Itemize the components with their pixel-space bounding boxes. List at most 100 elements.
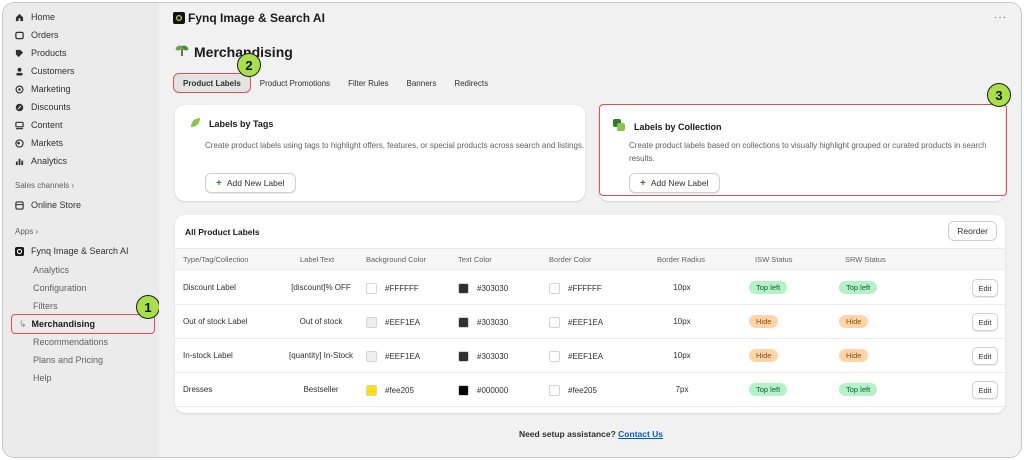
background-color-value: #EEF1EA: [385, 318, 421, 327]
background-color-cell: #EEF1EA: [366, 351, 420, 362]
column-header: Type/Tag/Collection: [183, 255, 249, 264]
sidebar-subitem-analytics[interactable]: Analytics: [33, 262, 69, 278]
border-color-value: #FFFFFF: [568, 284, 602, 293]
edit-button[interactable]: Edit: [972, 381, 998, 399]
isw-status-badge: Hide: [749, 315, 779, 328]
sidebar-item-analytics[interactable]: Analytics: [15, 153, 67, 169]
column-header: SRW Status: [845, 255, 886, 264]
label-text: [discount]% OFF: [291, 283, 351, 292]
sidebar-item-markets[interactable]: Markets: [15, 135, 63, 151]
color-swatch: [458, 283, 469, 294]
border-color-value: #EEF1EA: [568, 352, 604, 361]
table-title: All Product Labels: [185, 227, 260, 237]
label-type: Out of stock Label: [183, 317, 248, 326]
labels-by-tags-heading: Labels by Tags: [189, 117, 273, 131]
isw-status-cell: Hide: [749, 349, 779, 362]
sidebar-subitem-recommendations[interactable]: Recommendations: [33, 334, 108, 350]
color-swatch: [549, 385, 560, 396]
chevron-right-icon: ›: [35, 227, 39, 236]
app-logo-icon: [173, 12, 185, 24]
border-color-cell: #fee205: [549, 385, 597, 396]
isw-status-badge: Top left: [749, 383, 788, 396]
text-color-cell: #000000: [458, 385, 508, 396]
sidebar-item-app[interactable]: Fynq Image & Search AI: [15, 243, 129, 259]
sidebar-item-online-store[interactable]: Online Store: [15, 197, 81, 213]
sidebar-subitem-help[interactable]: Help: [33, 370, 52, 386]
sidebar-subitem-configuration[interactable]: Configuration: [33, 280, 87, 296]
srw-status-cell: Hide: [839, 349, 869, 362]
srw-status-badge: Hide: [839, 315, 869, 328]
sales-channels-heading[interactable]: Sales channels ›: [15, 181, 74, 190]
column-header: Border Color: [549, 255, 592, 264]
sidebar-item-products[interactable]: Products: [15, 45, 67, 61]
border-color-cell: #EEF1EA: [549, 317, 603, 328]
more-actions-icon[interactable]: ···: [994, 12, 1007, 23]
highlight-labels-by-collection: [599, 104, 1007, 196]
edit-button[interactable]: Edit: [972, 313, 998, 331]
background-color-cell: #FFFFFF: [366, 283, 419, 294]
apps-heading[interactable]: Apps ›: [15, 227, 38, 236]
globe-icon: [15, 138, 24, 148]
sidebar-subitem-plans-pricing[interactable]: Plans and Pricing: [33, 352, 103, 368]
text-color-value: #303030: [477, 318, 509, 327]
text-color-cell: #303030: [458, 317, 508, 328]
add-label-by-tags-button[interactable]: + Add New Label: [205, 173, 296, 193]
border-radius-value: 10px: [673, 283, 691, 292]
step-marker-2: 2: [237, 53, 261, 77]
page-title: Merchandising: [175, 43, 293, 60]
tab-bar: Product Labels Product Promotions Filter…: [173, 73, 497, 93]
color-swatch: [366, 385, 377, 396]
edit-button[interactable]: Edit: [972, 347, 998, 365]
label-type: In-stock Label: [183, 351, 233, 360]
sidebar-item-marketing[interactable]: Marketing: [15, 81, 71, 97]
labels-by-tags-card: Labels by Tags Create product labels usi…: [175, 105, 585, 201]
tab-redirects[interactable]: Redirects: [445, 73, 497, 93]
border-color-cell: #FFFFFF: [549, 283, 602, 294]
border-radius-value: 7px: [675, 385, 689, 394]
border-color-value: #EEF1EA: [568, 318, 604, 327]
tab-product-promotions[interactable]: Product Promotions: [251, 73, 339, 93]
srw-status-cell: Top left: [839, 281, 878, 294]
srw-status-cell: Top left: [839, 383, 878, 396]
tab-product-labels[interactable]: Product Labels: [173, 73, 251, 93]
home-icon: [15, 13, 24, 22]
edit-button[interactable]: Edit: [972, 279, 998, 297]
tab-banners[interactable]: Banners: [398, 73, 446, 93]
label-text: Bestseller: [303, 385, 339, 394]
column-header: Border Radius: [657, 255, 705, 264]
color-swatch: [366, 317, 377, 328]
srw-status-badge: Hide: [839, 349, 869, 362]
product-labels-table: All Product Labels Reorder Type/Tag/Coll…: [175, 215, 1005, 413]
sidebar-item-home[interactable]: Home: [15, 9, 55, 25]
contact-us-link[interactable]: Contact Us: [618, 429, 663, 439]
sidebar-item-customers[interactable]: Customers: [15, 63, 75, 79]
sidebar-item-orders[interactable]: Orders: [15, 27, 59, 43]
sidebar-item-content[interactable]: Content: [15, 117, 63, 133]
step-marker-1: 1: [136, 295, 160, 319]
app-logo-icon: [15, 246, 24, 256]
sidebar-item-discounts[interactable]: Discounts: [15, 99, 71, 115]
srw-status-cell: Hide: [839, 315, 869, 328]
leaf-icon: [189, 117, 201, 131]
table-row: In-stock Label [quantity] In-Stock #EEF1EA…: [175, 339, 1005, 373]
label-text: Out of stock: [299, 317, 343, 326]
app-header: Fynq Image & Search AI ···: [159, 3, 1021, 33]
text-color-value: #303030: [477, 352, 509, 361]
background-color-cell: #fee205: [366, 385, 414, 396]
isw-status-badge: Hide: [749, 349, 779, 362]
app-window: Home Orders Products Customers Marketing…: [2, 2, 1022, 458]
main-content: Fynq Image & Search AI ··· Merchandising…: [159, 3, 1021, 457]
border-radius-value: 10px: [673, 317, 691, 326]
column-header: Text Color: [458, 255, 492, 264]
tab-filter-rules[interactable]: Filter Rules: [339, 73, 397, 93]
discount-icon: [15, 103, 24, 112]
sidebar-subitem-filters[interactable]: Filters: [33, 298, 58, 314]
plus-icon: +: [216, 177, 222, 189]
text-color-cell: #303030: [458, 283, 508, 294]
color-swatch: [549, 317, 560, 328]
text-color-cell: #303030: [458, 351, 508, 362]
reorder-button[interactable]: Reorder: [948, 221, 997, 241]
border-color-value: #fee205: [568, 386, 597, 395]
highlight-merchandising: [11, 314, 155, 334]
label-type: Discount Label: [183, 283, 236, 292]
